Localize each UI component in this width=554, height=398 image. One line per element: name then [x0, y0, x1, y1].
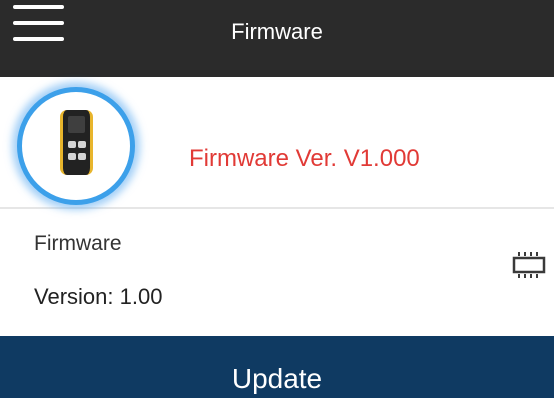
firmware-version-value: Version: 1.00	[34, 284, 163, 309]
device-panel: Firmware Ver. V1.000	[0, 77, 554, 209]
page-title: Firmware	[231, 19, 323, 44]
update-button[interactable]: Update	[0, 336, 554, 398]
chip-icon	[512, 252, 546, 278]
gas-detector-device-icon	[60, 110, 93, 175]
firmware-version-label: Firmware Ver. V1.000	[189, 145, 420, 172]
device-avatar	[17, 87, 135, 205]
app-header: Firmware	[0, 0, 554, 77]
firmware-section-title: Firmware	[34, 232, 122, 255]
